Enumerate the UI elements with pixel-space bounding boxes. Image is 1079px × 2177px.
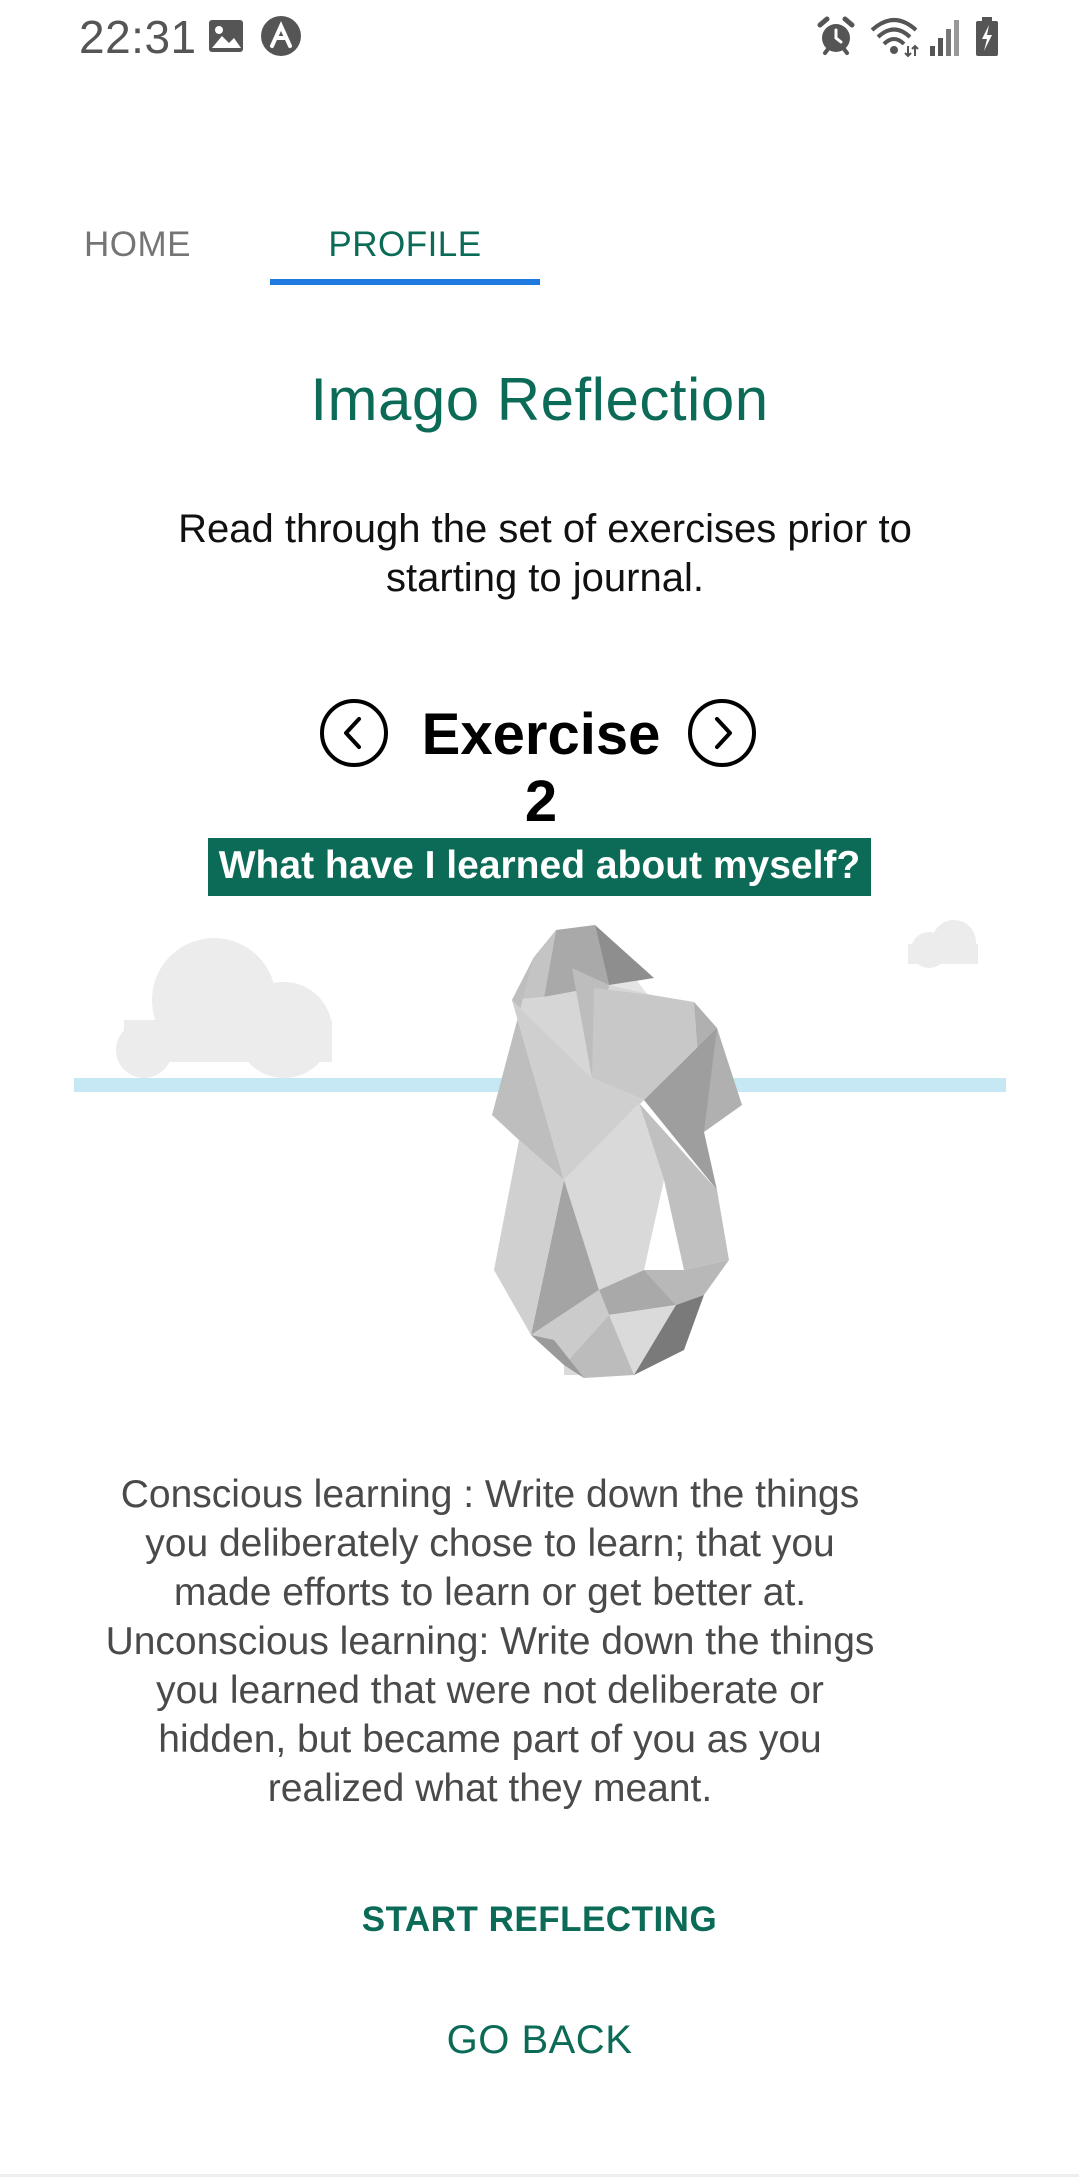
previous-exercise-button[interactable] (320, 699, 388, 767)
alarm-icon (817, 16, 855, 55)
question-banner: What have I learned about myself? (0, 838, 1079, 896)
exercise-description: Conscious learning : Write down the thin… (105, 1473, 875, 1810)
wifi-icon (870, 18, 919, 58)
exercise-navigator: Exercise 2 (0, 695, 1079, 834)
active-tab-indicator (270, 279, 540, 285)
cloud-left (116, 938, 332, 1078)
go-back-button[interactable]: GO BACK (0, 2018, 1079, 2063)
intro-text: Read through the set of exercises prior … (178, 507, 912, 600)
exercise-title: Exercise 2 (421, 702, 661, 834)
app-screen: 22:31 HOME PROFILE Imago Reflection Read… (0, 0, 1079, 2177)
iceberg-illustration (74, 920, 1006, 1378)
signal-icon (930, 20, 959, 56)
status-time: 22:31 (79, 11, 197, 63)
chevron-right-icon (715, 717, 732, 749)
iceberg (492, 925, 742, 1378)
app-notification-icon (261, 16, 301, 56)
image-icon (209, 20, 243, 52)
status-bar: 22:31 (0, 0, 1079, 76)
tab-home[interactable]: HOME (84, 225, 191, 265)
exercise-question: What have I learned about myself? (207, 838, 872, 896)
tab-bar: HOME PROFILE (0, 200, 1079, 290)
cloud-right (908, 920, 978, 968)
tab-profile[interactable]: PROFILE (270, 225, 540, 265)
start-reflecting-button[interactable]: START REFLECTING (0, 1900, 1079, 1940)
page-title: Imago Reflection (310, 366, 769, 433)
chevron-left-icon (344, 717, 361, 749)
battery-charging-icon (976, 17, 998, 56)
next-exercise-button[interactable] (688, 699, 756, 767)
